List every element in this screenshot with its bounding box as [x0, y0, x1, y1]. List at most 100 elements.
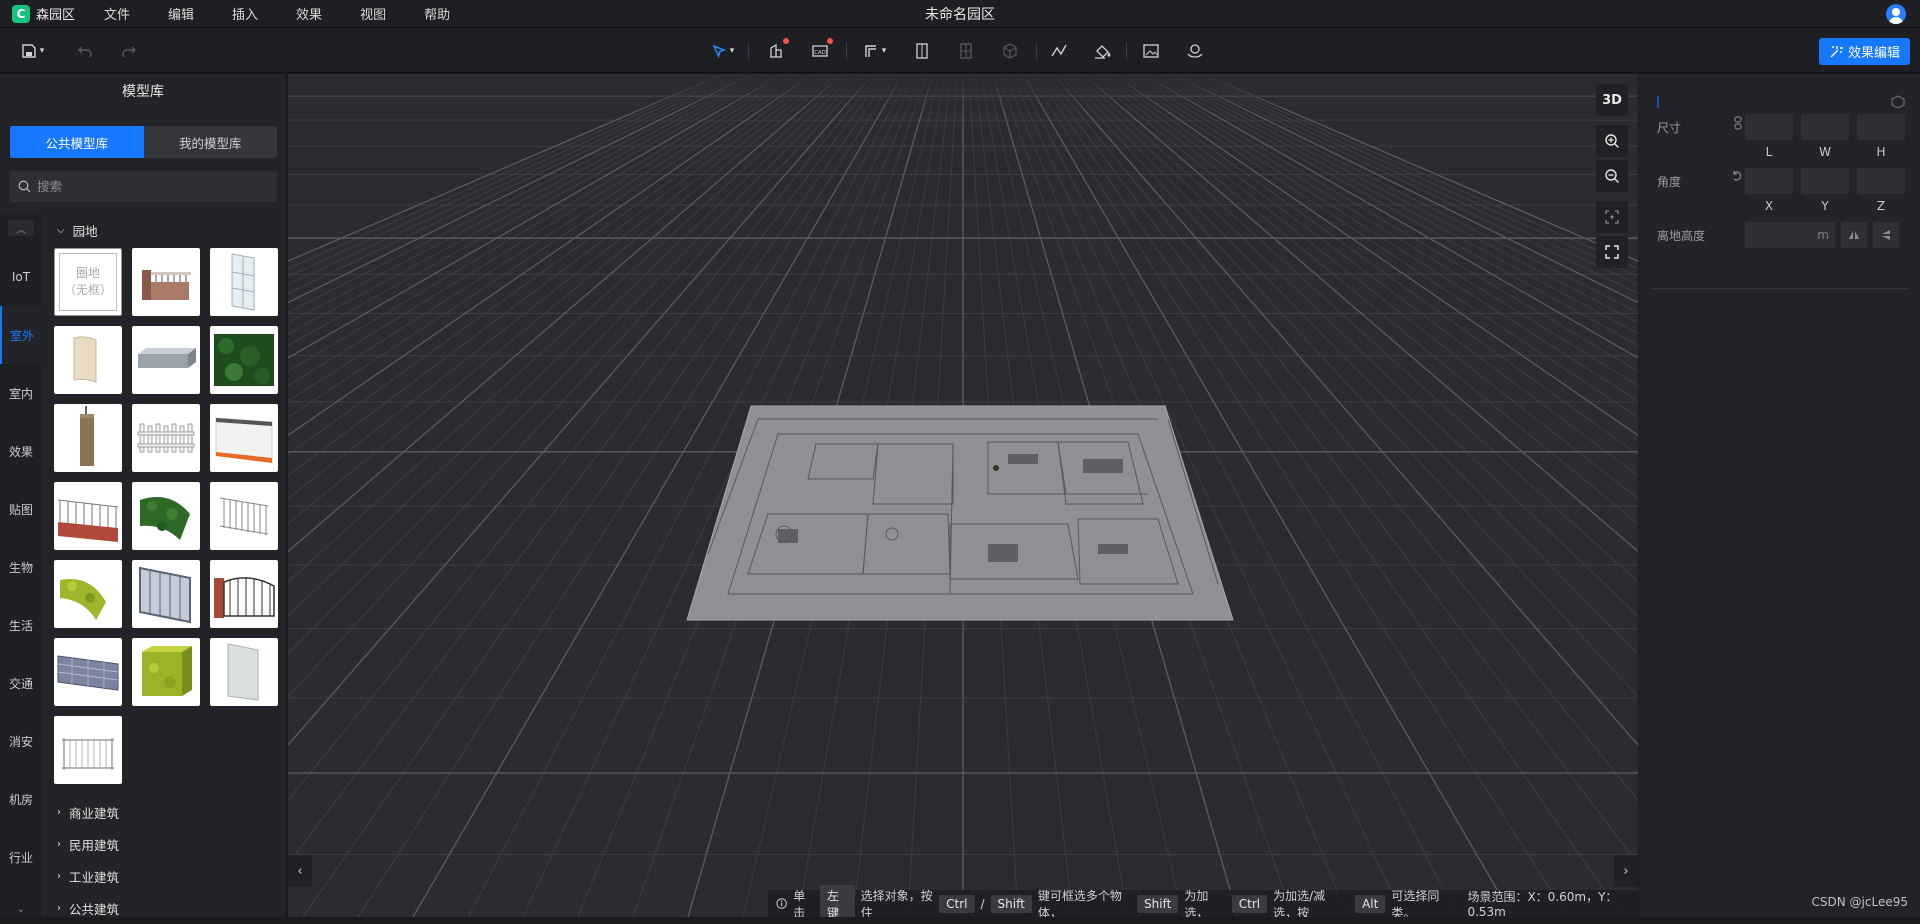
toolbar-divider: [1036, 42, 1037, 60]
fit-view-button[interactable]: [1596, 201, 1628, 233]
menu-help[interactable]: 帮助: [405, 4, 469, 23]
category-iot[interactable]: IoT: [0, 248, 42, 306]
path-tool-button[interactable]: [1048, 40, 1070, 62]
ground-height-input[interactable]: m: [1745, 222, 1835, 248]
grid-line: [1179, 74, 1638, 917]
group-commercial-building[interactable]: ›商业建筑: [48, 796, 119, 828]
fullscreen-button[interactable]: [1596, 236, 1628, 268]
group-industrial-building[interactable]: ›工业建筑: [48, 860, 119, 892]
flip-horizontal-button[interactable]: [1841, 222, 1867, 248]
model-thumb-iron-gate[interactable]: [210, 560, 278, 628]
notification-dot: [783, 38, 789, 44]
scroll-up-button[interactable]: ︿: [8, 220, 34, 236]
group-civil-building[interactable]: ›民用建筑: [48, 828, 119, 860]
model-thumb-brick-railing[interactable]: [54, 482, 122, 550]
box-tool-button[interactable]: [1000, 40, 1020, 62]
menu-effect[interactable]: 效果: [277, 4, 341, 23]
window-tool-button[interactable]: [956, 40, 976, 62]
select-tool-button[interactable]: ▾: [708, 40, 738, 62]
model-thumb-pillar[interactable]: [54, 404, 122, 472]
menu-view[interactable]: 视图: [341, 4, 405, 23]
scroll-down-button[interactable]: ⌄: [8, 901, 34, 917]
size-height-input[interactable]: [1857, 114, 1905, 140]
hint-text: 为加选，: [1184, 887, 1225, 918]
model-settings-icon[interactable]: [1890, 94, 1906, 108]
model-thumb-yellow-hedge-block[interactable]: [132, 638, 200, 706]
chevron-right-icon: ›: [57, 903, 61, 914]
key-ctrl: Ctrl: [939, 895, 974, 913]
model-thumb-hedge-block[interactable]: [210, 326, 278, 394]
category-life[interactable]: 生活: [0, 596, 42, 654]
save-button[interactable]: ▾: [16, 40, 50, 62]
flip-vertical-icon: [1881, 229, 1891, 241]
wall-tool-button[interactable]: ▾: [858, 40, 892, 62]
size-length-input[interactable]: [1745, 114, 1793, 140]
category-creature[interactable]: 生物: [0, 538, 42, 596]
category-fire-safety[interactable]: 消安: [0, 712, 42, 770]
size-width-input[interactable]: [1801, 114, 1849, 140]
menu-insert[interactable]: 插入: [213, 4, 277, 23]
category-indoor[interactable]: 室内: [0, 364, 42, 422]
group-garden[interactable]: ⌵ 园地: [48, 220, 284, 240]
search-input[interactable]: [37, 179, 257, 194]
model-thumb-mesh-panel[interactable]: [210, 638, 278, 706]
effect-edit-button[interactable]: 效果编辑: [1819, 38, 1910, 65]
angle-z-input[interactable]: [1857, 168, 1905, 194]
category-server-room[interactable]: 机房: [0, 770, 42, 828]
model-thumb-white-fence[interactable]: [132, 404, 200, 472]
model-thumb-steel-railing[interactable]: [54, 716, 122, 784]
cad-floorplan-plane[interactable]: [687, 406, 1233, 620]
search-icon: [18, 180, 31, 193]
undo-button[interactable]: [76, 40, 94, 62]
model-thumb-concrete-block[interactable]: [132, 326, 200, 394]
category-effect[interactable]: 效果: [0, 422, 42, 480]
chevron-right-icon: ›: [57, 839, 61, 850]
zoom-out-button[interactable]: [1596, 160, 1628, 192]
paint-tool-button[interactable]: [1092, 40, 1114, 62]
menu-file[interactable]: 文件: [90, 4, 149, 23]
model-thumb-enclosure[interactable]: 圈地 （无框）: [54, 248, 122, 316]
model-thumb-curved-hedge[interactable]: [132, 482, 200, 550]
model-thumb-orange-wall[interactable]: [210, 404, 278, 472]
group-public-building[interactable]: ›公共建筑: [48, 892, 119, 924]
zoom-in-button[interactable]: [1596, 125, 1628, 157]
tab-public-library[interactable]: 公共模型库: [10, 126, 144, 158]
collapse-left-panel-button[interactable]: ‹: [288, 855, 312, 887]
flip-vertical-button[interactable]: [1873, 222, 1899, 248]
view-mode-toggle[interactable]: 3D: [1596, 84, 1628, 116]
menu-bar: C 森园区 文件 编辑 插入 效果 视图 帮助 未命名园区: [0, 0, 1920, 28]
menu-edit[interactable]: 编辑: [149, 4, 213, 23]
scene-viewport[interactable]: 3D ‹ › 单击 左键 选择对象，按住 Ctrl / Shift 键可框选多个…: [288, 74, 1638, 917]
model-thumb-curved-panel[interactable]: [54, 326, 122, 394]
path-icon: [1050, 43, 1068, 59]
category-texture[interactable]: 贴图: [0, 480, 42, 538]
lock-ratio-icon[interactable]: [1733, 116, 1743, 130]
redo-button[interactable]: [120, 40, 138, 62]
door-tool-button[interactable]: [912, 40, 932, 62]
image-tool-button[interactable]: [1140, 40, 1162, 62]
credit-watermark: CSDN @jcLee95: [1812, 895, 1908, 909]
yellow-hedge-block-image: [132, 638, 200, 706]
category-industry[interactable]: 行业: [0, 828, 42, 886]
angle-y-input[interactable]: [1801, 168, 1849, 194]
user-avatar[interactable]: [1886, 4, 1906, 24]
building-tool-button[interactable]: [766, 40, 786, 62]
angle-x-input[interactable]: [1745, 168, 1793, 194]
model-tool-button[interactable]: [1184, 40, 1206, 62]
flip-horizontal-icon: [1848, 230, 1860, 240]
white-fence-image: [132, 404, 200, 472]
category-traffic[interactable]: 交通: [0, 654, 42, 712]
curved-hedge-image: [132, 482, 200, 550]
model-thumb-brick-fence[interactable]: [132, 248, 200, 316]
model-thumb-stone-wall[interactable]: [54, 638, 122, 706]
tab-my-library[interactable]: 我的模型库: [144, 126, 278, 158]
model-thumb-gate[interactable]: [132, 560, 200, 628]
cad-tool-button[interactable]: CAD: [810, 40, 830, 62]
model-thumb-yellow-hedge-curve[interactable]: [54, 560, 122, 628]
model-thumb-glass-wall[interactable]: [210, 248, 278, 316]
scene-range-readout: 场景范围：X：0.60m，Y：0.53m: [1467, 888, 1630, 917]
model-thumb-gray-railing[interactable]: [210, 482, 278, 550]
collapse-right-panel-button[interactable]: ›: [1614, 855, 1638, 887]
category-outdoor[interactable]: 室外: [0, 306, 42, 364]
reset-rotation-icon[interactable]: [1731, 170, 1743, 182]
